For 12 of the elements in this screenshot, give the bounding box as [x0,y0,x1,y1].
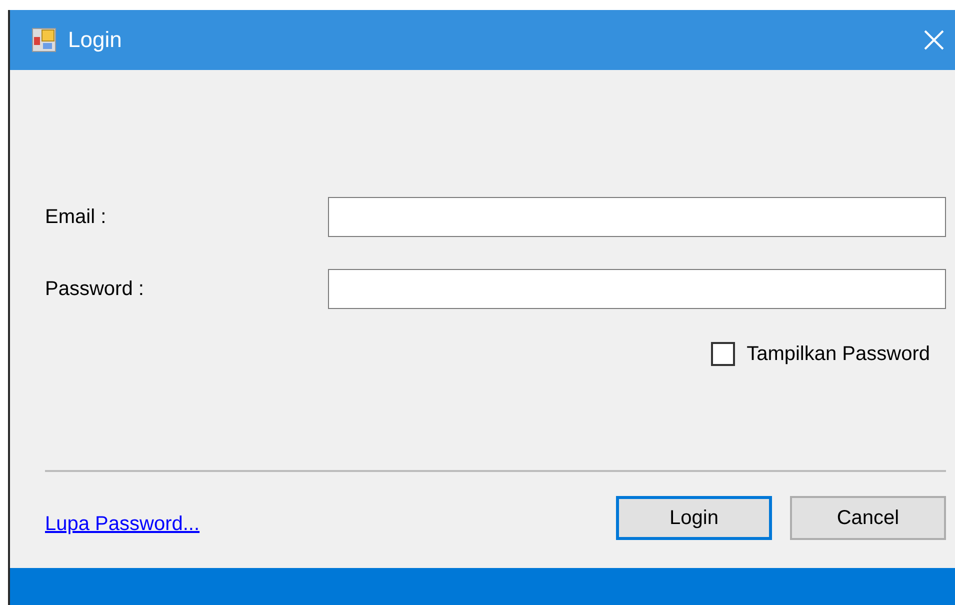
window-title: Login [68,27,123,53]
checkbox[interactable] [710,342,735,366]
field-label: Password : [45,278,145,300]
input-field[interactable] [328,269,946,309]
form-icon [32,28,56,52]
login-button[interactable]: Login [616,496,772,540]
forgot-password-link[interactable]: Lupa Password... [45,513,200,536]
cancel-button[interactable]: Cancel [790,496,946,540]
field-label: Email : [45,206,108,228]
checkbox-label[interactable]: Tampilkan Password [746,342,930,366]
close-icon[interactable] [923,29,945,51]
input-field[interactable] [328,197,946,237]
